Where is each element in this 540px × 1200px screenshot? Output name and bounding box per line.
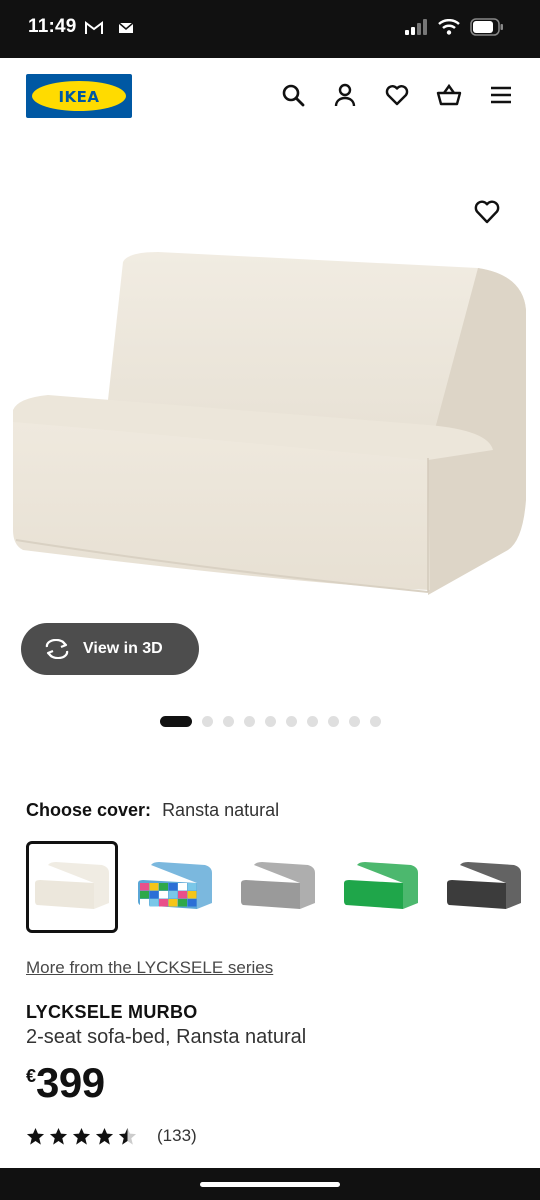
battery-icon — [470, 18, 503, 36]
carousel-dot[interactable] — [328, 716, 339, 727]
view-in-3d-label: View in 3D — [83, 640, 163, 657]
price-currency: € — [26, 1066, 37, 1086]
favorites-icon[interactable] — [384, 82, 410, 108]
product-price: € 399 — [26, 1058, 105, 1108]
star-icon — [26, 1127, 45, 1145]
carousel-dot[interactable] — [307, 716, 318, 727]
carousel-dot[interactable] — [244, 716, 255, 727]
carousel-dot[interactable] — [223, 716, 234, 727]
cover-swatch[interactable] — [232, 841, 324, 933]
sofa-thumbnail — [344, 862, 418, 909]
product-rating[interactable]: (133) — [26, 1126, 197, 1146]
gmail-icon — [85, 21, 103, 34]
ikea-logo[interactable]: IKEA — [26, 74, 132, 118]
view-in-3d-button[interactable]: View in 3D — [21, 623, 199, 675]
product-description: 2-seat sofa-bed, Ransta natural — [26, 1026, 307, 1048]
basket-icon[interactable] — [436, 82, 462, 108]
wifi-icon — [438, 19, 460, 35]
account-icon[interactable] — [332, 82, 358, 108]
product-image-carousel[interactable]: View in 3D — [0, 138, 540, 758]
carousel-dot[interactable] — [160, 716, 192, 727]
cover-swatch[interactable] — [26, 841, 118, 933]
star-icon — [118, 1127, 137, 1145]
rating-count: (133) — [157, 1126, 197, 1145]
status-bar: 11:49 — [0, 0, 540, 58]
choose-cover-label: Choose cover: — [26, 800, 152, 820]
series-link[interactable]: More from the LYCKSELE series — [26, 958, 273, 978]
star-icon — [95, 1127, 114, 1145]
rotate-3d-icon — [45, 639, 69, 659]
status-left-icons — [84, 20, 134, 36]
carousel-indicator[interactable] — [160, 716, 381, 727]
carousel-dot[interactable] — [349, 716, 360, 727]
home-indicator[interactable] — [200, 1182, 340, 1187]
carousel-dot[interactable] — [370, 716, 381, 727]
save-to-favorites-icon[interactable] — [472, 196, 502, 226]
sofa-image — [13, 252, 526, 595]
logo-oval: IKEA — [32, 81, 126, 111]
search-icon[interactable] — [280, 82, 306, 108]
logo-text: IKEA — [58, 88, 100, 106]
cover-swatch[interactable] — [335, 841, 427, 933]
sofa-thumbnail — [241, 862, 315, 909]
carousel-dot[interactable] — [265, 716, 276, 727]
star-icon — [49, 1127, 68, 1145]
choose-cover-value: Ransta natural — [162, 800, 280, 820]
sofa-thumbnail — [138, 862, 212, 909]
choose-cover: Choose cover: Ransta natural — [26, 800, 279, 821]
status-right-icons — [404, 18, 504, 36]
signal-icon — [405, 19, 427, 35]
cover-swatches — [26, 841, 530, 933]
carousel-dot[interactable] — [286, 716, 297, 727]
price-value: 399 — [36, 1059, 105, 1106]
bottom-bar — [0, 1168, 540, 1200]
mail-icon — [118, 22, 134, 33]
sofa-thumbnail — [35, 862, 109, 909]
star-icon — [72, 1127, 91, 1145]
status-time: 11:49 — [28, 16, 77, 37]
cover-swatch[interactable] — [129, 841, 221, 933]
site-header: IKEA — [0, 58, 540, 138]
header-icons — [280, 82, 514, 108]
carousel-dot[interactable] — [202, 716, 213, 727]
menu-icon[interactable] — [488, 82, 514, 108]
sofa-thumbnail — [447, 862, 521, 909]
product-name: LYCKSELE MURBO — [26, 1002, 198, 1022]
cover-swatch[interactable] — [438, 841, 530, 933]
